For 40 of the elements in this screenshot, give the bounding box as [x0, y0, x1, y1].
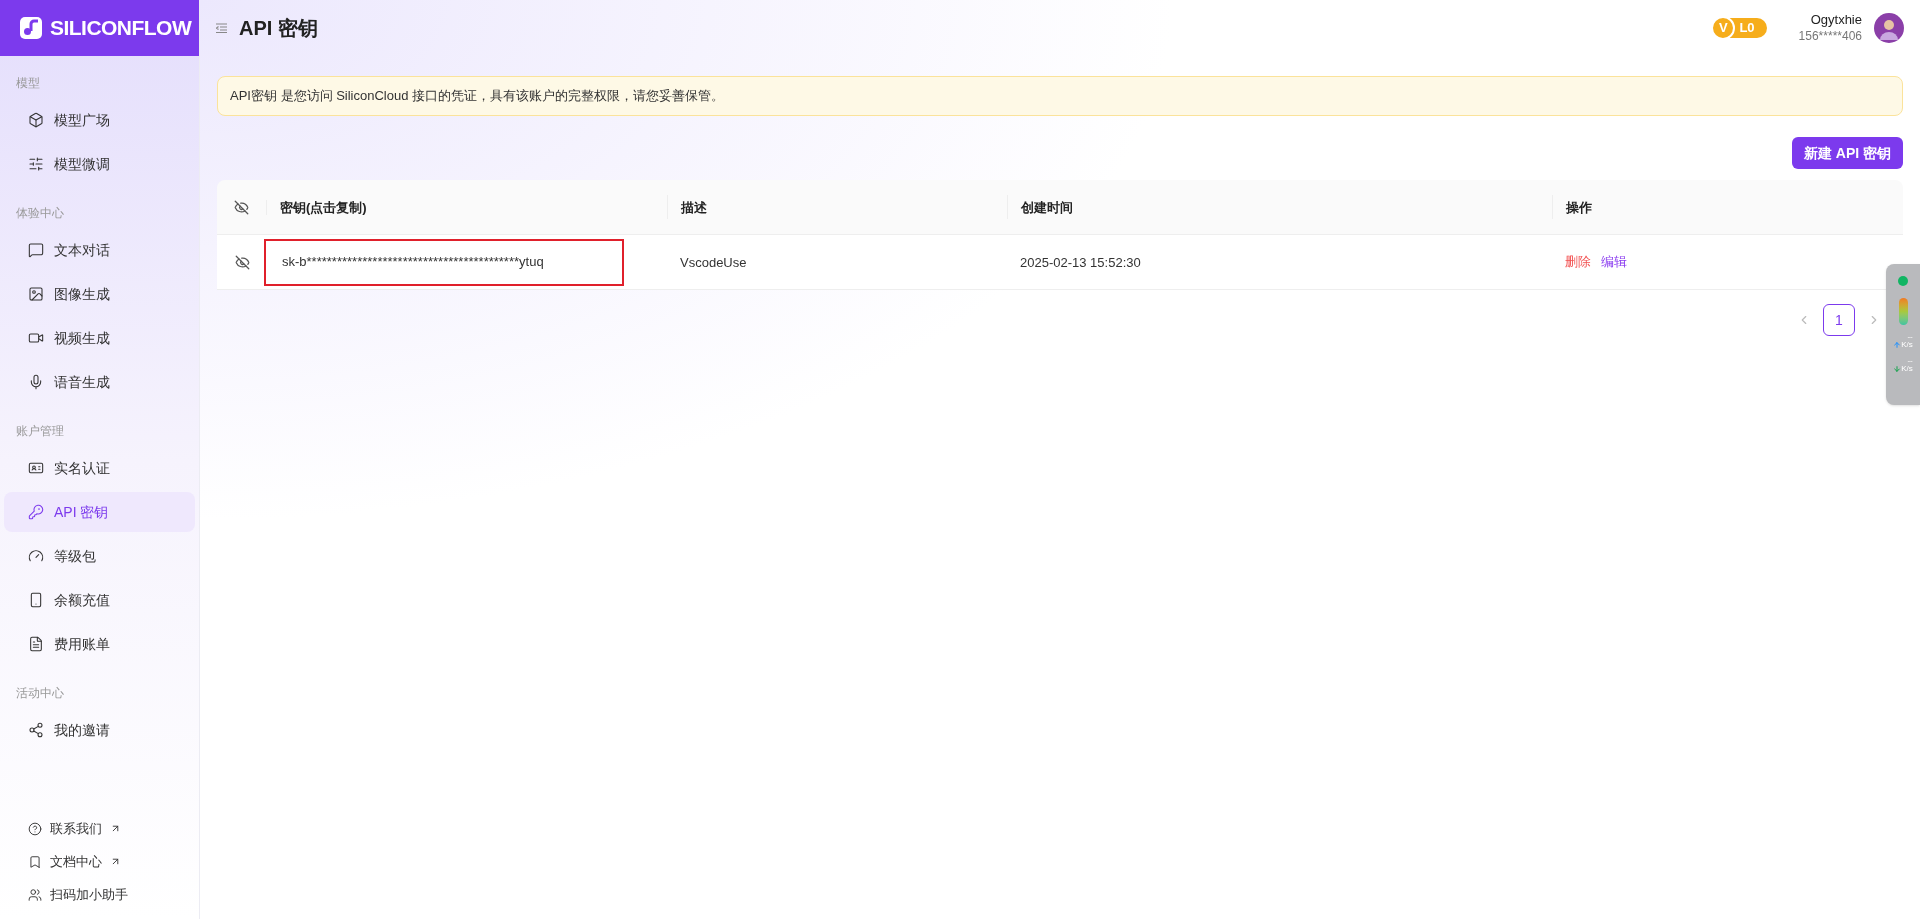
page-button[interactable]: 1: [1823, 304, 1855, 336]
column-header: 描述: [681, 200, 707, 215]
action-link[interactable]: 删除: [1565, 252, 1591, 272]
notice-banner: API密钥 是您访问 SiliconCloud 接口的凭证，具有该账户的完整权限，请您妥善保管。: [217, 76, 1903, 116]
key-cell[interactable]: sk-b******************************************ytuq: [264, 238, 624, 286]
sidebar-item[interactable]: 视频生成: [4, 318, 195, 358]
sidebar-group-label: 账户管理: [15, 423, 65, 440]
sidebar-item[interactable]: 等级包: [4, 536, 195, 576]
sidebar-item[interactable]: 语音生成: [4, 362, 195, 402]
sidebar-item[interactable]: 模型微调: [4, 144, 195, 184]
speed-unit: K/s: [1901, 365, 1913, 373]
footer-link[interactable]: 扫码加小助手: [4, 878, 195, 911]
footer-link[interactable]: 文档中心: [4, 845, 195, 878]
sidebar-item[interactable]: API 密钥: [4, 492, 195, 532]
column-header: 创建时间: [1021, 200, 1073, 215]
sidebar-group-label: 模型: [15, 75, 41, 92]
user-name: Ogytxhie: [1810, 12, 1862, 29]
sidebar-item[interactable]: 文本对话: [4, 230, 195, 270]
speed-value: --: [1907, 357, 1913, 365]
table-cell: VscodeUse: [680, 255, 747, 270]
new-key-button[interactable]: 新建 API 密钥: [1791, 137, 1903, 169]
sidebar-item[interactable]: 余额充值: [4, 580, 195, 620]
sidebar-item[interactable]: 实名认证: [4, 448, 195, 488]
sidebar-item[interactable]: 图像生成: [4, 274, 195, 314]
column-header: 操作: [1566, 200, 1592, 215]
logo-text: SILICONFLOW: [50, 15, 192, 42]
footer-link[interactable]: 联系我们: [4, 812, 195, 845]
sidebar-item[interactable]: 模型广场: [4, 100, 195, 140]
sidebar-group-label: 活动中心: [15, 685, 65, 702]
sidebar-group-label: 体验中心: [15, 205, 65, 222]
table-cell: 2025-02-13 15:52:30: [1020, 255, 1141, 270]
action-link[interactable]: 编辑: [1601, 252, 1627, 272]
speed-unit: K/s: [1901, 341, 1913, 349]
page-title: API 密钥: [239, 16, 318, 41]
user-phone: 156*****406: [1798, 28, 1862, 44]
column-header: 密钥(点击复制): [280, 200, 367, 215]
speed-value: --: [1907, 333, 1913, 341]
sidebar-item[interactable]: 我的邀请: [4, 710, 195, 750]
level-badge: V L0: [1715, 18, 1767, 38]
sidebar-item[interactable]: 费用账单: [4, 624, 195, 664]
